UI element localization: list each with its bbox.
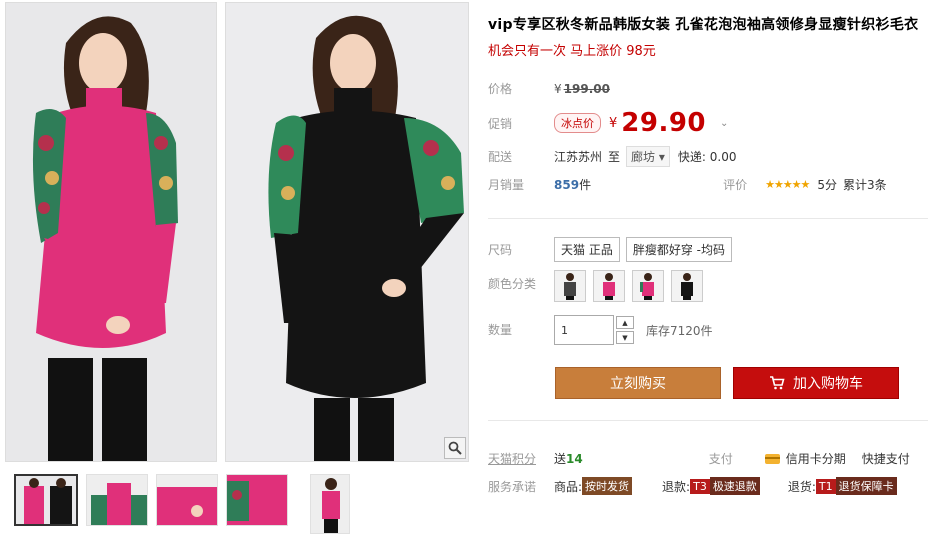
sales-row: 月销量 859 件 评价 ★★★★★ 5分 累计3条 xyxy=(488,176,908,193)
promo-price: 29.90 xyxy=(621,108,707,138)
color-swatch-3[interactable] xyxy=(632,270,664,302)
sales-label: 月销量 xyxy=(488,178,525,192)
product-title: vip专享区秋冬新品韩版女装 孔雀花泡泡袖高领修身显瘦针织衫毛衣 xyxy=(488,17,919,33)
quantity-stepper: ▲ ▼ xyxy=(616,316,634,344)
buy-now-label: 立刻购买 xyxy=(610,376,666,392)
credit-label: 信用卡分期 xyxy=(785,452,846,466)
color-swatch-4[interactable] xyxy=(671,270,703,302)
credit-installment[interactable]: 信用卡分期 xyxy=(764,450,846,467)
points-amount: 14 xyxy=(566,451,583,466)
buy-now-button[interactable]: 立刻购买 xyxy=(555,367,721,399)
thumbnail-4[interactable] xyxy=(226,474,288,526)
service-3-code: T1 xyxy=(815,478,836,494)
service-3-prefix: 退货: xyxy=(787,479,816,494)
divider-2 xyxy=(488,420,928,421)
quantity-input[interactable]: 1 xyxy=(554,315,614,345)
service-1-tag[interactable]: 按时发货 xyxy=(582,477,633,495)
magnifier-icon xyxy=(448,441,462,455)
price-row: 价格 ¥ 199.00 xyxy=(488,80,610,97)
chevron-down-icon[interactable]: ⌄ xyxy=(720,118,728,129)
express-fee: 快递: 0.00 xyxy=(677,150,737,164)
city-select[interactable]: 廊坊 ▾ xyxy=(626,146,670,167)
rating-label: 评价 xyxy=(723,178,748,192)
main-image-black[interactable] xyxy=(225,2,469,462)
zoom-button[interactable] xyxy=(444,437,466,459)
ship-to-word: 至 xyxy=(608,150,621,164)
color-swatch-1[interactable] xyxy=(554,270,586,302)
size-option-1[interactable]: 天猫 正品 xyxy=(554,237,620,262)
shopping-cart-icon xyxy=(770,376,785,390)
points-row: 天猫积分 送 14 支付 信用卡分期 快捷支付 xyxy=(488,450,910,467)
product-subtitle: 机会只有一次 马上涨价 98元 xyxy=(488,44,656,59)
promo-row: 促销 冰点价 ¥ 29.90 ⌄ xyxy=(488,108,728,138)
color-row: 颜色分类 xyxy=(488,270,710,302)
thumbnail-3[interactable] xyxy=(156,474,218,526)
pay-label: 支付 xyxy=(708,452,733,466)
shipping-row: 配送 江苏苏州 至 廊坊 ▾ 快递: 0.00 xyxy=(488,146,736,167)
rating-stars-icon: ★★★★★ xyxy=(765,178,810,191)
points-send: 送 xyxy=(554,452,567,466)
size-option-2[interactable]: 胖瘦都好穿 -均码 xyxy=(625,237,732,262)
sales-count: 859 xyxy=(554,177,580,192)
thumbnail-5[interactable] xyxy=(310,474,350,534)
thumbnail-2[interactable] xyxy=(86,474,148,526)
price-currency: ¥ xyxy=(554,81,562,96)
color-swatch-2[interactable] xyxy=(593,270,625,302)
divider-1 xyxy=(488,218,928,219)
quantity-value: 1 xyxy=(561,323,568,337)
promo-label: 促销 xyxy=(488,116,513,131)
color-label: 颜色分类 xyxy=(488,277,537,291)
decrement-button[interactable]: ▼ xyxy=(616,331,634,344)
add-to-cart-label: 加入购物车 xyxy=(793,376,863,392)
increment-button[interactable]: ▲ xyxy=(616,316,634,329)
service-label: 服务承诺 xyxy=(488,479,537,494)
price-label: 价格 xyxy=(488,82,513,96)
quantity-row: 数量 1 ▲ ▼ 库存7120件 xyxy=(488,315,713,345)
quick-pay[interactable]: 快捷支付 xyxy=(862,450,910,467)
points-label[interactable]: 天猫积分 xyxy=(488,450,554,467)
main-image-pink[interactable] xyxy=(5,2,217,462)
size-row: 尺码 天猫 正品 胖瘦都好穿 -均码 xyxy=(488,237,738,262)
rating-total[interactable]: 累计3条 xyxy=(843,176,887,193)
quantity-label: 数量 xyxy=(488,323,513,337)
service-2-tag[interactable]: 极速退款 xyxy=(709,477,760,495)
thumbnail-1[interactable] xyxy=(14,474,78,526)
sales-unit: 件 xyxy=(579,178,592,192)
size-label: 尺码 xyxy=(488,243,513,257)
stock-text: 库存7120件 xyxy=(646,323,713,338)
service-row: 服务承诺 商品: 按时发货 退款: T3 极速退款 退货: T1 退货保障卡 xyxy=(488,477,897,495)
service-3-tag[interactable]: 退货保障卡 xyxy=(835,477,897,495)
service-2-prefix: 退款: xyxy=(662,479,691,494)
service-1-prefix: 商品: xyxy=(554,479,583,494)
promo-tag: 冰点价 xyxy=(554,113,601,133)
original-price: 199.00 xyxy=(563,81,610,96)
ship-from: 江苏苏州 xyxy=(554,150,603,164)
promo-currency: ¥ xyxy=(609,115,618,131)
city-value: 廊坊 xyxy=(631,150,656,164)
thumbnail-strip xyxy=(14,474,350,534)
credit-card-icon xyxy=(764,453,780,464)
shipping-label: 配送 xyxy=(488,150,513,164)
add-to-cart-button[interactable]: 加入购物车 xyxy=(733,367,899,399)
rating-score: 5分 xyxy=(817,178,838,192)
service-2-code: T3 xyxy=(690,478,710,494)
